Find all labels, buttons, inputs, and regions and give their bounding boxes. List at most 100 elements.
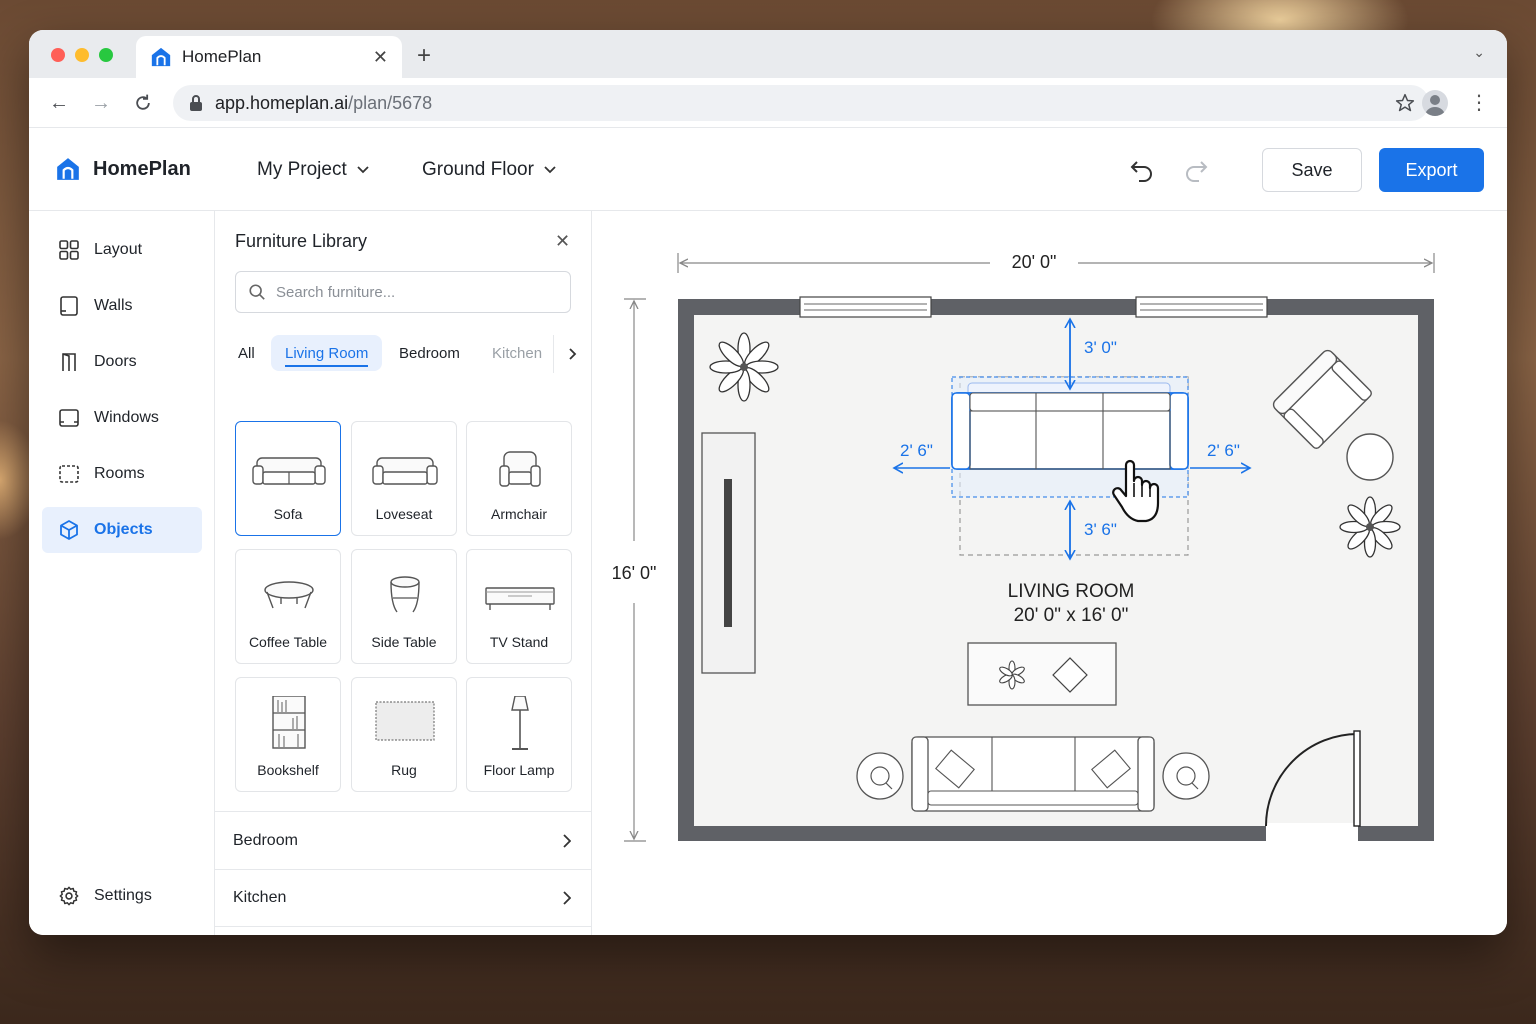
project-dropdown[interactable]: My Project bbox=[257, 159, 369, 181]
panel-title: Furniture Library bbox=[235, 231, 368, 251]
furniture-tile-side-table[interactable]: Side Table bbox=[351, 549, 457, 664]
floor-plan-canvas[interactable]: 20' 0" 16' 0" 3' 0" 3' 6" 2' 6" 2' 6" LI… bbox=[592, 211, 1507, 935]
brand[interactable]: HomePlan bbox=[55, 156, 191, 182]
category-next-button[interactable] bbox=[553, 335, 591, 373]
brand-name: HomePlan bbox=[93, 157, 191, 180]
sofa-icon bbox=[252, 457, 326, 485]
plant-top-left[interactable] bbox=[709, 332, 779, 402]
browser-menu-icon[interactable]: ⋮ bbox=[1469, 90, 1489, 115]
project-name: My Project bbox=[257, 159, 347, 180]
sidebar-item-layout[interactable]: Layout bbox=[42, 227, 202, 273]
clearance-bottom-label: 3' 6" bbox=[1084, 520, 1117, 539]
section-bedroom[interactable]: Bedroom bbox=[215, 811, 591, 869]
door-icon bbox=[62, 353, 76, 371]
floor-lamp-icon bbox=[511, 696, 529, 750]
sidebar-item-walls[interactable]: Walls bbox=[42, 283, 202, 329]
tab-bar: HomePlan ✕ + ⌄ bbox=[29, 30, 1507, 78]
tile-label: Loveseat bbox=[375, 506, 433, 522]
furniture-tile-tv-stand[interactable]: TV Stand bbox=[466, 549, 572, 664]
sidebar-item-settings[interactable]: Settings bbox=[42, 873, 202, 919]
tab-title: HomePlan bbox=[182, 47, 262, 66]
layout-icon bbox=[59, 240, 79, 260]
search-input[interactable] bbox=[276, 283, 556, 301]
floor-name: Ground Floor bbox=[422, 159, 534, 180]
sidebar-item-label: Windows bbox=[94, 409, 159, 426]
furniture-tile-bookshelf[interactable]: Bookshelf bbox=[235, 677, 341, 792]
section-kitchen[interactable]: Kitchen bbox=[215, 869, 591, 927]
tile-label: Side Table bbox=[371, 634, 437, 650]
sidebar-item-windows[interactable]: Windows bbox=[42, 395, 202, 441]
sidebar-item-label: Rooms bbox=[94, 465, 145, 482]
url-field[interactable]: app.homeplan.ai/plan/5678 bbox=[173, 85, 1429, 121]
tile-label: Rug bbox=[391, 762, 417, 778]
redo-icon[interactable] bbox=[1183, 158, 1209, 182]
tab-menu-chevron-icon[interactable]: ⌄ bbox=[1473, 44, 1485, 61]
export-button[interactable]: Export bbox=[1379, 148, 1484, 192]
bookmark-star-icon[interactable] bbox=[1395, 93, 1415, 113]
chevron-right-icon bbox=[563, 891, 571, 905]
coffee-table-object[interactable] bbox=[967, 642, 1117, 706]
minimize-window-button[interactable] bbox=[75, 48, 89, 62]
window-left[interactable] bbox=[799, 296, 932, 318]
tile-label: TV Stand bbox=[489, 634, 549, 650]
browser-window: HomePlan ✕ + ⌄ ← → app.homeplan.ai/plan/… bbox=[29, 30, 1507, 935]
end-table-left[interactable] bbox=[856, 752, 904, 800]
browser-tab[interactable]: HomePlan ✕ bbox=[136, 36, 402, 78]
window-right[interactable] bbox=[1135, 296, 1268, 318]
search-icon bbox=[249, 284, 265, 300]
sidebar-item-objects[interactable]: Objects bbox=[42, 507, 202, 553]
armchair-icon bbox=[499, 451, 541, 487]
section-label: Kitchen bbox=[233, 889, 287, 906]
forward-arrow-icon[interactable]: → bbox=[89, 91, 113, 115]
profile-avatar[interactable] bbox=[1422, 90, 1448, 116]
furniture-tile-sofa[interactable]: Sofa bbox=[235, 421, 341, 536]
walls-icon bbox=[60, 296, 78, 316]
end-table-right[interactable] bbox=[1162, 752, 1210, 800]
back-arrow-icon[interactable]: ← bbox=[47, 91, 71, 115]
tab-all[interactable]: All bbox=[238, 335, 255, 371]
side-table-object[interactable] bbox=[1346, 433, 1394, 481]
sofa-bottom-object[interactable] bbox=[911, 736, 1155, 812]
furniture-tile-loveseat[interactable]: Loveseat bbox=[351, 421, 457, 536]
coffee-table-icon bbox=[264, 581, 314, 609]
room-size: 20' 0" x 16' 0" bbox=[1014, 605, 1129, 626]
tab-living-room[interactable]: Living Room bbox=[271, 335, 383, 371]
furniture-tile-armchair[interactable]: Armchair bbox=[466, 421, 572, 536]
furniture-tile-coffee-table[interactable]: Coffee Table bbox=[235, 549, 341, 664]
clearance-top-label: 3' 0" bbox=[1084, 338, 1117, 357]
close-window-button[interactable] bbox=[51, 48, 65, 62]
furniture-tile-floor-lamp[interactable]: Floor Lamp bbox=[466, 677, 572, 792]
tv-stand-object[interactable] bbox=[701, 432, 756, 674]
floor-plan-svg[interactable]: 20' 0" 16' 0" 3' 0" 3' 6" 2' 6" 2' 6" LI… bbox=[592, 211, 1507, 935]
cube-icon bbox=[60, 520, 78, 540]
plant-right[interactable] bbox=[1339, 496, 1401, 558]
chevron-right-icon bbox=[563, 833, 571, 848]
sidebar-item-label: Layout bbox=[94, 241, 143, 258]
search-box[interactable] bbox=[235, 271, 571, 313]
window-icon bbox=[59, 409, 79, 427]
sidebar-item-rooms[interactable]: Rooms bbox=[42, 451, 202, 497]
url-text: app.homeplan.ai/plan/5678 bbox=[215, 92, 433, 113]
reload-icon[interactable] bbox=[131, 91, 155, 115]
maximize-window-button[interactable] bbox=[99, 48, 113, 62]
gear-icon bbox=[59, 886, 79, 906]
furniture-tile-rug[interactable]: Rug bbox=[351, 677, 457, 792]
tab-bedroom[interactable]: Bedroom bbox=[399, 335, 460, 371]
undo-icon[interactable] bbox=[1129, 158, 1155, 182]
lock-icon bbox=[190, 95, 202, 111]
tile-label: Floor Lamp bbox=[483, 762, 555, 778]
app-header: HomePlan My Project Ground Floor Save Ex… bbox=[29, 128, 1507, 211]
sidebar-item-label: Objects bbox=[94, 521, 153, 538]
tile-label: Armchair bbox=[490, 506, 547, 522]
close-icon[interactable]: ✕ bbox=[555, 231, 570, 252]
tile-label: Bookshelf bbox=[257, 762, 319, 778]
save-button[interactable]: Save bbox=[1262, 148, 1362, 192]
tile-label: Coffee Table bbox=[248, 634, 328, 650]
height-dimension-label: 16' 0" bbox=[612, 563, 657, 583]
sidebar-item-doors[interactable]: Doors bbox=[42, 339, 202, 385]
tile-label: Sofa bbox=[273, 506, 303, 522]
new-tab-icon[interactable]: + bbox=[417, 42, 431, 70]
tab-close-icon[interactable]: ✕ bbox=[373, 47, 388, 68]
tab-kitchen[interactable]: Kitchen bbox=[492, 335, 542, 371]
floor-dropdown[interactable]: Ground Floor bbox=[422, 159, 556, 181]
